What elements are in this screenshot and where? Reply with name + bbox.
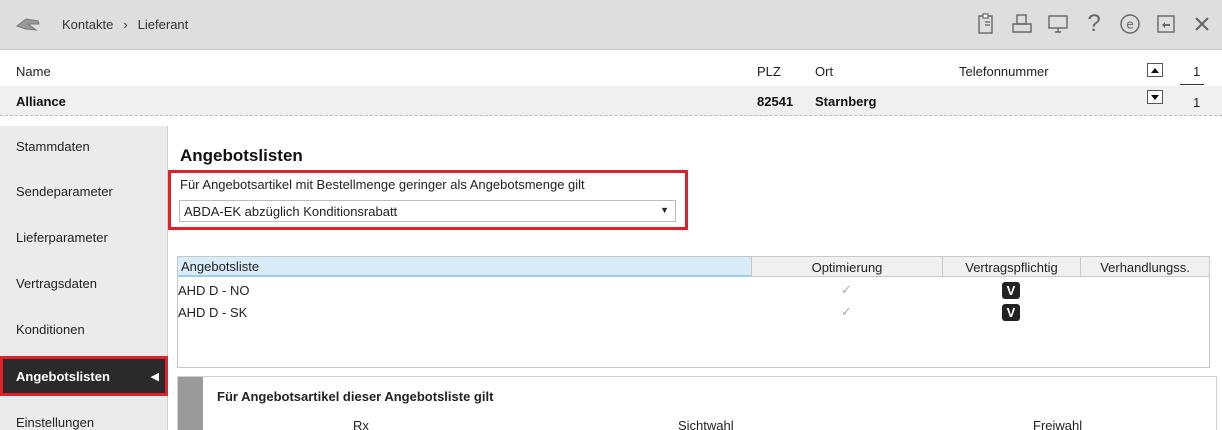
rule-select[interactable]: ABDA-EK abzüglich Konditionsrabatt ▼ [179, 200, 676, 222]
sidebar-item-label: Lieferparameter [16, 229, 108, 245]
sidebar-item-einstellungen[interactable]: Einstellungen [0, 402, 168, 430]
sidebar-item-stammdaten[interactable]: Stammdaten [0, 126, 168, 166]
table-row[interactable]: AHD D - NO ✓ V [178, 279, 1209, 301]
sidebar-item-vertragsdaten[interactable]: Vertragsdaten [0, 263, 168, 303]
pager-up-button[interactable] [1147, 63, 1163, 77]
sidebar-item-sendeparameter[interactable]: Sendeparameter [0, 171, 168, 211]
sidebar-item-label: Vertragsdaten [16, 275, 97, 291]
column-header-optimierung[interactable]: Optimierung [751, 257, 942, 277]
monitor-icon[interactable] [1046, 12, 1070, 36]
sidebar-item-label: Konditionen [16, 321, 85, 337]
help-icon[interactable]: ? [1082, 12, 1106, 36]
sidebar-item-label: Sendeparameter [16, 183, 113, 199]
ecircle-icon[interactable]: e [1118, 12, 1142, 36]
print-icon[interactable] [1010, 12, 1034, 36]
page-title: Angebotslisten [180, 146, 303, 165]
label-name: Name [16, 64, 51, 79]
value-ort: Starnberg [815, 94, 877, 109]
main-content: Angebotslisten Für Angebotsartikel mit B… [168, 126, 1222, 430]
column-header-verhandlungss[interactable]: Verhandlungss. [1080, 257, 1209, 277]
label-ort: Ort [815, 64, 834, 79]
breadcrumb-kontakte[interactable]: Kontakte [62, 17, 113, 32]
table-header: Angebotsliste Optimierung Vertragspflich… [178, 257, 1209, 277]
checkmark-icon: ✓ [841, 282, 852, 297]
panel-column-rx: Rx [353, 418, 369, 430]
cell-angebotsliste: AHD D - NO [178, 282, 250, 298]
sidebar-item-label: Einstellungen [16, 414, 95, 430]
table-row[interactable]: AHD D - SK ✓ V [178, 301, 1209, 323]
pager-top-count: 1 [1193, 64, 1201, 79]
label-telefon: Telefonnummer [959, 64, 1049, 79]
value-name: Alliance [16, 94, 66, 109]
breadcrumb-separator: › [123, 17, 128, 32]
cell-optimierung[interactable]: ✓ [751, 279, 942, 301]
v-badge-icon: V [1002, 281, 1020, 299]
title-bar: Kontakte › Lieferant ? e [0, 0, 1222, 50]
svg-text:e: e [1126, 18, 1133, 32]
cell-vertragspflichtig[interactable]: V [942, 301, 1080, 323]
close-icon[interactable] [1190, 12, 1214, 36]
sidebar-item-konditionen[interactable]: Konditionen [0, 309, 168, 349]
value-plz: 82541 [757, 94, 794, 109]
checkmark-icon: ✓ [841, 304, 852, 319]
sidebar-item-angebotslisten[interactable]: Angebotslisten ◀ [0, 356, 168, 396]
pager-divider [1180, 84, 1204, 85]
v-badge-icon: V [1002, 303, 1020, 321]
contact-row[interactable] [0, 86, 1222, 116]
label-plz: PLZ [757, 64, 781, 79]
panel-column-freiwahl: Freiwahl [1033, 418, 1083, 430]
sidebar-item-lieferparameter[interactable]: Lieferparameter [0, 217, 168, 257]
cell-vertragspflichtig[interactable]: V [942, 279, 1080, 301]
cell-optimierung[interactable]: ✓ [751, 301, 942, 323]
chevron-down-icon: ▼ [660, 205, 669, 215]
panel-column-sichtwahl: Sichtwahl [678, 418, 734, 430]
sidebar-item-label: Angebotslisten [16, 368, 110, 384]
offer-list-rules-panel: Für Angebotsartikel dieser Angebotsliste… [177, 376, 1217, 430]
angebotslisten-table: Angebotsliste Optimierung Vertragspflich… [177, 256, 1210, 368]
contact-header: Name PLZ Ort Telefonnummer Alliance 8254… [0, 50, 1222, 120]
cell-angebotsliste: AHD D - SK [178, 304, 248, 320]
panel-title: Für Angebotsartikel dieser Angebotsliste… [217, 389, 494, 404]
clipboard-icon[interactable] [974, 12, 998, 36]
back-arrow-icon[interactable] [16, 15, 42, 35]
toolbar-icons: ? e [974, 12, 1214, 36]
pager-down-button[interactable] [1147, 90, 1163, 104]
panel-stripe [178, 377, 203, 430]
column-header-angebotsliste[interactable]: Angebotsliste [178, 257, 751, 277]
rule-select-value: ABDA-EK abzüglich Konditionsrabatt [184, 203, 398, 219]
breadcrumb-lieferant: Lieferant [137, 17, 189, 32]
rule-label: Für Angebotsartikel mit Bestellmenge ger… [180, 177, 585, 192]
sidebar-item-label: Stammdaten [16, 138, 90, 154]
sidebar: Stammdaten Sendeparameter Lieferparamete… [0, 126, 168, 430]
column-header-vertragspflichtig[interactable]: Vertragspflichtig [942, 257, 1080, 277]
window-icon[interactable] [1154, 12, 1178, 36]
panel-body: Für Angebotsartikel dieser Angebotsliste… [203, 377, 1216, 430]
pager-bottom-count: 1 [1193, 95, 1201, 110]
active-arrow-icon: ◀ [150, 370, 159, 383]
